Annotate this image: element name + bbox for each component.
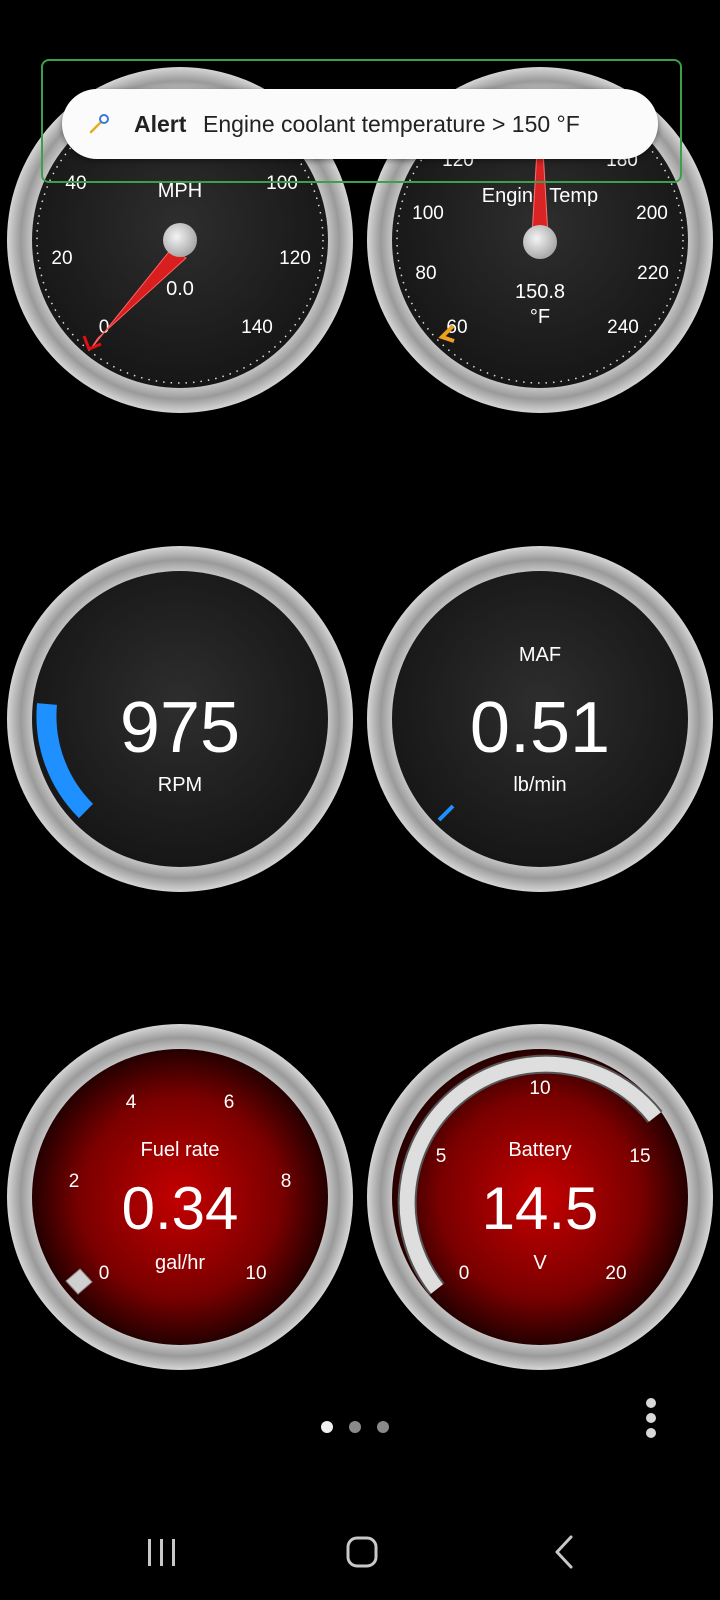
- battery-tick-0: 0: [459, 1263, 470, 1284]
- engine-temp-value: 150.8: [515, 281, 565, 303]
- system-navigation-bar: [0, 1505, 720, 1600]
- speed-needle-hub: [163, 223, 197, 257]
- speed-tick-20: 20: [51, 248, 72, 269]
- wrench-icon: [89, 114, 109, 134]
- back-icon: [555, 1535, 573, 1569]
- more-dot-icon: [646, 1428, 656, 1438]
- alert-message: Engine coolant temperature > 150 °F: [203, 111, 580, 137]
- page-indicator: [321, 1421, 389, 1433]
- fuel-rate-label: Fuel rate: [141, 1139, 220, 1161]
- maf-gauge[interactable]: MAF 0.51 lb/min: [367, 546, 713, 892]
- home-icon: [346, 1536, 378, 1568]
- rpm-gauge-label: RPM: [158, 774, 202, 796]
- temp-tick-220: 220: [637, 263, 669, 284]
- dashboard-gauges: 20 40 100 120 140 0 MPH 0.0 60 80 100 12…: [7, 67, 713, 1370]
- back-button[interactable]: [535, 1527, 595, 1579]
- speed-tick-120: 120: [279, 248, 311, 269]
- fuel-tick-6: 6: [224, 1092, 235, 1113]
- recent-apps-icon: [148, 1539, 175, 1566]
- speed-tick-140: 140: [241, 317, 273, 338]
- temp-tick-100: 100: [412, 203, 444, 224]
- fuel-rate-unit: gal/hr: [155, 1252, 205, 1274]
- maf-gauge-label: MAF: [519, 644, 561, 666]
- temp-tick-200: 200: [636, 203, 668, 224]
- battery-unit: V: [533, 1252, 547, 1274]
- temp-tick-240: 240: [607, 317, 639, 338]
- fuel-tick-8: 8: [281, 1171, 292, 1192]
- engine-temp-unit: °F: [530, 306, 550, 328]
- fuel-rate-value: 0.34: [122, 1175, 239, 1242]
- alert-title: Alert: [134, 111, 187, 137]
- temp-tick-80: 80: [415, 263, 436, 284]
- battery-gauge[interactable]: 0 5 10 15 20 Battery 14.5 V: [367, 1024, 713, 1370]
- maf-gauge-unit: lb/min: [513, 774, 566, 796]
- page-dot-2[interactable]: [349, 1421, 361, 1433]
- page-dot-1[interactable]: [321, 1421, 333, 1433]
- alert-notification[interactable]: Alert Engine coolant temperature > 150 °…: [62, 89, 658, 159]
- recent-apps-button[interactable]: [132, 1527, 192, 1579]
- battery-tick-15: 15: [629, 1146, 650, 1167]
- page-dot-3[interactable]: [377, 1421, 389, 1433]
- fuel-tick-4: 4: [126, 1092, 137, 1113]
- battery-tick-20: 20: [605, 1263, 626, 1284]
- battery-tick-10: 10: [529, 1078, 550, 1099]
- rpm-gauge-value: 975: [120, 688, 240, 768]
- fuel-tick-0: 0: [99, 1263, 110, 1284]
- more-options-button[interactable]: [642, 1398, 660, 1446]
- battery-value: 14.5: [482, 1175, 599, 1242]
- speed-gauge-value: 0.0: [166, 278, 194, 300]
- battery-tick-5: 5: [436, 1146, 447, 1167]
- more-dot-icon: [646, 1398, 656, 1408]
- home-button[interactable]: [332, 1527, 392, 1579]
- fuel-rate-gauge[interactable]: 0 2 4 6 8 10 Fuel rate 0.34 gal/hr: [7, 1024, 353, 1370]
- rpm-gauge[interactable]: 975 RPM: [7, 546, 353, 892]
- fuel-tick-10: 10: [245, 1263, 266, 1284]
- more-dot-icon: [646, 1413, 656, 1423]
- speed-gauge-label: MPH: [158, 180, 202, 202]
- battery-label: Battery: [508, 1139, 571, 1161]
- engine-temp-needle-hub: [523, 225, 557, 259]
- fuel-tick-2: 2: [69, 1171, 80, 1192]
- maf-gauge-value: 0.51: [470, 688, 610, 768]
